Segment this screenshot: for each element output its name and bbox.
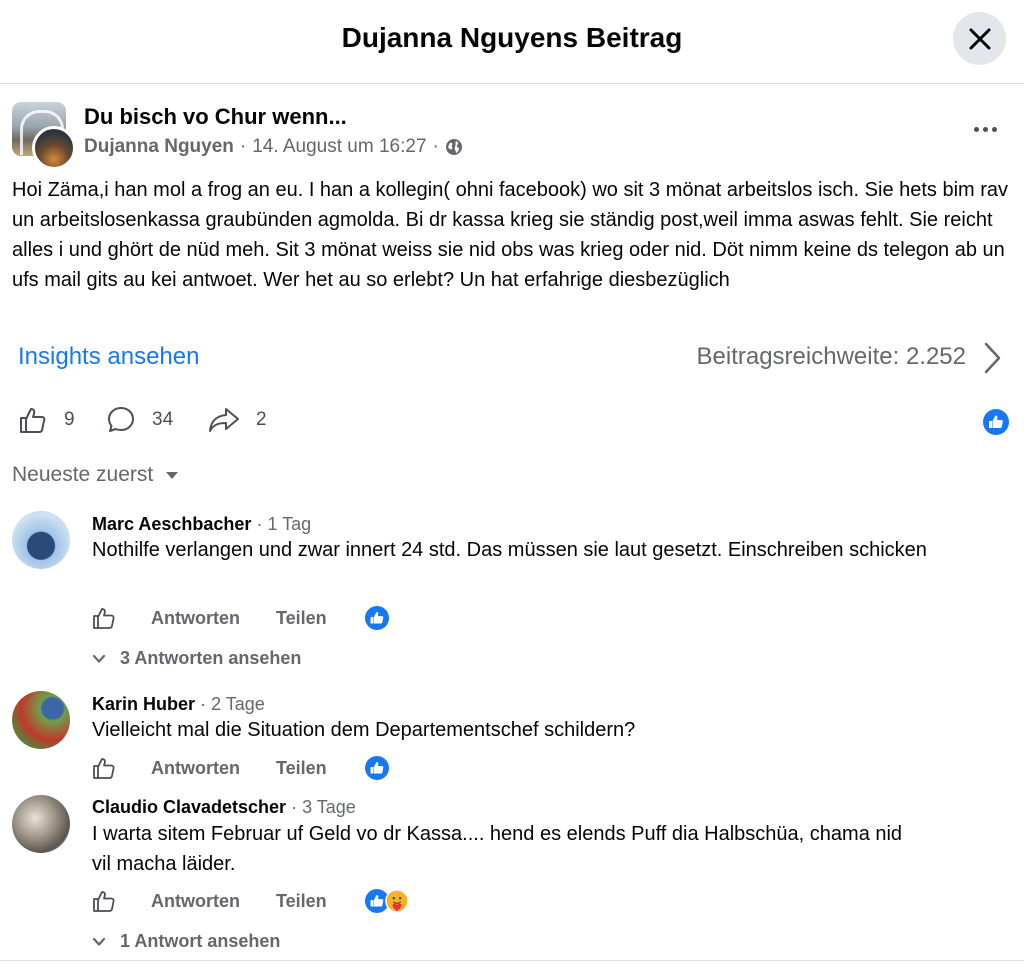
comment-icon (108, 407, 134, 432)
comment-time[interactable]: 1 Tag (267, 514, 311, 534)
thumbs-up-icon[interactable] (92, 889, 116, 913)
comment-separator: · (200, 694, 207, 714)
comment-action[interactable]: 34 (106, 405, 173, 435)
close-button[interactable] (953, 12, 1006, 65)
share-comment-button[interactable]: Teilen (276, 608, 327, 629)
comment-header: Marc Aeschbacher · 1 Tag (92, 514, 311, 535)
like-reaction-icon[interactable] (364, 606, 389, 630)
comment-text: Nothilfe verlangen und zwar innert 24 st… (92, 539, 927, 561)
like-count: 9 (64, 409, 75, 430)
post-text: Hoi Zäma,i han mol a frog an eu. I han a… (12, 179, 1009, 291)
post-timestamp[interactable]: 14. August um 16:27 (252, 136, 426, 158)
reply-button[interactable]: Antworten (151, 891, 240, 912)
dialog-header: Dujanna Nguyens Beitrag (0, 0, 1024, 84)
more-dots-icon (973, 126, 979, 132)
reply-button[interactable]: Antworten (151, 608, 240, 629)
comment-count: 34 (152, 409, 174, 430)
post-reach[interactable]: Beitragsreichweite: 2.252 (697, 343, 966, 371)
globe-icon (445, 139, 462, 155)
comment-text: Vielleicht mal die Situation dem Departe… (92, 719, 636, 741)
reply-button[interactable]: Antworten (151, 758, 240, 779)
share-action[interactable]: 2 (208, 405, 267, 435)
share-comment-button[interactable]: Teilen (276, 891, 327, 912)
post-meta: Dujanna Nguyen · 14. August um 16:27 · (84, 136, 463, 158)
comment-actions: Antworten Teilen (92, 606, 389, 630)
more-dot (982, 126, 988, 132)
commenter-name[interactable]: Karin Huber (92, 694, 195, 714)
comment-header: Claudio Clavadetscher · 3 Tage (92, 797, 356, 818)
share-comment-button[interactable]: Teilen (276, 758, 327, 779)
share-icon (209, 408, 239, 432)
sort-label: Neueste zuerst (12, 463, 154, 486)
like-reaction-icon[interactable] (364, 756, 389, 780)
author-avatar[interactable] (32, 126, 76, 170)
meta-separator: · (432, 136, 439, 157)
comment-separator: · (256, 514, 263, 534)
comment-time[interactable]: 2 Tage (211, 694, 265, 714)
meta-separator: · (239, 136, 247, 157)
chevron-right-icon[interactable] (980, 340, 1004, 376)
thumbs-up-icon (20, 408, 46, 433)
commenter-avatar[interactable] (12, 691, 70, 749)
comment-actions: Antworten Teilen (92, 756, 389, 780)
comment-sort-dropdown[interactable]: Neueste zuerst (12, 463, 179, 487)
chevron-down-icon (92, 937, 106, 946)
share-count: 2 (256, 409, 267, 430)
comment-actions: Antworten Teilen (92, 889, 409, 913)
view-replies-label: 3 Antworten ansehen (120, 648, 302, 668)
like-action[interactable]: 9 (18, 405, 75, 435)
care-reaction-icon[interactable] (384, 889, 409, 913)
post-author[interactable]: Dujanna Nguyen (84, 136, 234, 158)
dialog-title: Dujanna Nguyens Beitrag (341, 22, 683, 53)
comment-separator: · (291, 797, 298, 817)
like-reaction-icon[interactable] (983, 409, 1009, 435)
more-options-button[interactable] (965, 112, 1005, 146)
chevron-down-icon (92, 654, 106, 663)
view-replies-button[interactable]: 1 Antwort ansehen (92, 931, 280, 952)
commenter-avatar[interactable] (12, 795, 70, 853)
caret-down-icon (166, 472, 179, 479)
comment-header: Karin Huber · 2 Tage (92, 694, 265, 715)
thumbs-up-icon[interactable] (92, 756, 116, 780)
post-group-name[interactable]: Du bisch vo Chur wenn... (84, 104, 347, 130)
more-dot (991, 126, 997, 132)
commenter-avatar[interactable] (12, 511, 70, 569)
divider (0, 960, 1024, 961)
commenter-name[interactable]: Marc Aeschbacher (92, 514, 251, 534)
comment-text: I warta sitem Februar uf Geld vo dr Kass… (92, 823, 903, 875)
view-replies-label: 1 Antwort ansehen (120, 931, 281, 951)
thumbs-up-icon[interactable] (92, 606, 116, 630)
commenter-name[interactable]: Claudio Clavadetscher (92, 797, 286, 817)
view-replies-button[interactable]: 3 Antworten ansehen (92, 648, 301, 669)
insights-link[interactable]: Insights ansehen (18, 343, 199, 371)
comment-time[interactable]: 3 Tage (302, 797, 356, 817)
close-icon (969, 28, 990, 49)
